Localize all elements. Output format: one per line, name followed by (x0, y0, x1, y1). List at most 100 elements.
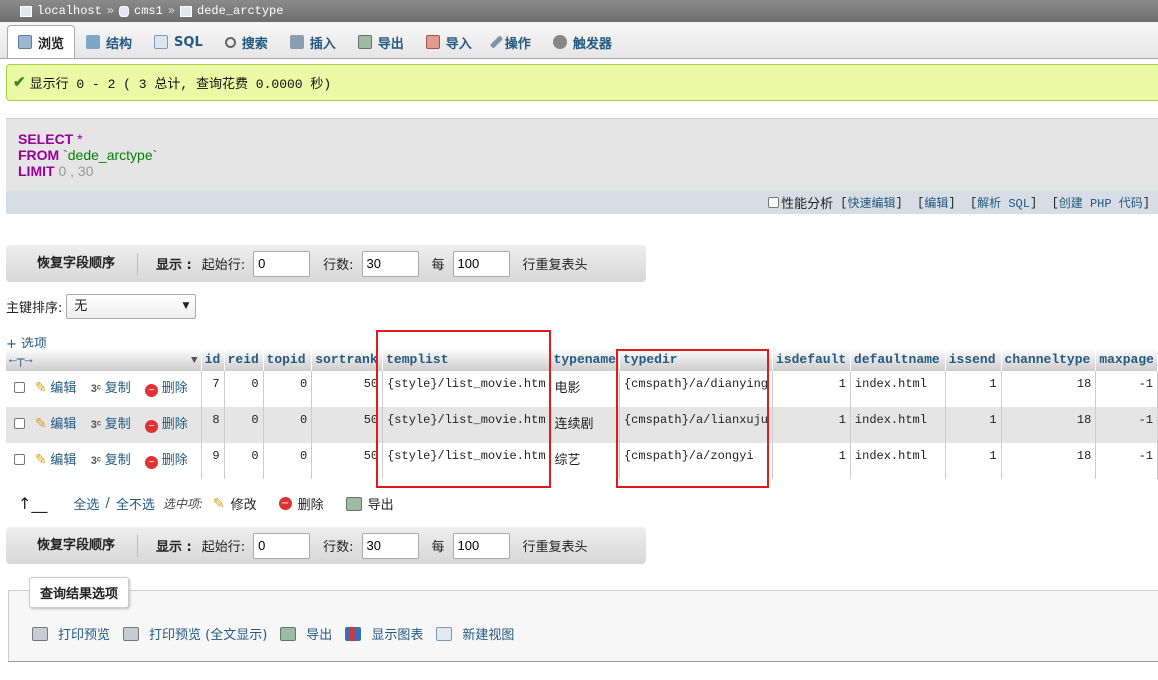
cell-isdefault[interactable]: 1 (772, 443, 851, 479)
cell-templist[interactable]: {style}/list_movie.htm (382, 407, 551, 443)
row-checkbox[interactable] (14, 382, 25, 393)
profiling-checkbox[interactable] (768, 197, 780, 208)
bulk-edit-button[interactable]: ✎ 修改 (213, 494, 257, 514)
column-header-templist[interactable]: templist (382, 348, 551, 371)
row-delete-button[interactable]: − 删除 (145, 452, 188, 469)
repeat-header-input[interactable] (452, 532, 510, 559)
start-row-input[interactable] (253, 532, 311, 559)
column-header-typedir[interactable]: typedir (619, 348, 774, 371)
explain-sql-link[interactable]: 解析 SQL (977, 194, 1030, 211)
cell-sortrank[interactable]: 50 (311, 443, 384, 479)
cell-topid[interactable]: 0 (263, 443, 313, 479)
display-chart-button[interactable]: 显示图表 (345, 624, 423, 643)
sql-code[interactable]: SELECT * FROM `dede_arctype` LIMIT 0 , 3… (18, 131, 157, 179)
sort-select[interactable]: 无 ▼ (66, 294, 197, 319)
print-preview-button[interactable]: 打印预览 (32, 624, 110, 643)
column-header-isdefault[interactable]: isdefault (772, 348, 851, 371)
cell-topid[interactable]: 0 (263, 371, 313, 407)
column-header-typename[interactable]: typename (550, 348, 620, 371)
breadcrumb-server[interactable]: localhost (37, 4, 102, 18)
column-header-channeltype[interactable]: channeltype (1001, 348, 1097, 371)
cell-reid[interactable]: 0 (224, 443, 264, 479)
bulk-delete-button[interactable]: − 删除 (278, 494, 324, 513)
table-row[interactable]: ✎ 编辑 3ᶜ 复制 − 删除 9 0 0 50 {style}/list_movie.h… (6, 443, 1158, 479)
row-edit-button[interactable]: ✎ 编辑 (35, 451, 76, 467)
breadcrumb-database[interactable]: cms1 (134, 4, 163, 18)
cell-typedir[interactable]: {cmspath}/a/lianxuju (619, 407, 774, 443)
row-edit-button[interactable]: ✎ 编辑 (35, 415, 76, 431)
create-php-link[interactable]: 创建 PHP 代码 (1059, 194, 1143, 211)
tab-triggers[interactable]: 触发器 (542, 25, 623, 58)
column-menu-icon[interactable]: ▼ (191, 355, 198, 367)
uncheck-all-link[interactable]: 全不选 (116, 494, 155, 513)
cell-id[interactable]: 7 (201, 371, 225, 407)
cell-channeltype[interactable]: 18 (1001, 443, 1097, 479)
cell-topid[interactable]: 0 (263, 407, 313, 443)
cell-templist[interactable]: {style}/list_movie.htm (382, 443, 551, 479)
rows-input[interactable] (361, 250, 419, 277)
table-row[interactable]: ✎ 编辑 3ᶜ 复制 − 删除 7 0 0 50 {style}/list_movie.h… (6, 371, 1158, 407)
row-delete-button[interactable]: − 删除 (145, 380, 188, 397)
column-header-reid[interactable]: reid (224, 348, 264, 371)
create-view-button[interactable]: 新建视图 (436, 624, 514, 643)
cell-reid[interactable]: 0 (224, 407, 264, 443)
cell-channeltype[interactable]: 18 (1001, 407, 1097, 443)
cell-isdefault[interactable]: 1 (772, 407, 851, 443)
row-copy-button[interactable]: 3ᶜ 复制 (91, 416, 131, 431)
cell-isdefault[interactable]: 1 (772, 371, 851, 407)
cell-typename[interactable]: 连续剧 (550, 407, 620, 443)
row-copy-button[interactable]: 3ᶜ 复制 (91, 452, 131, 467)
restore-column-order-button[interactable]: 恢复字段顺序 (6, 534, 139, 557)
cell-typename[interactable]: 综艺 (550, 443, 620, 479)
column-arrows-icon[interactable]: ←┬→ (9, 352, 32, 367)
column-header-defaultname[interactable]: defaultname (850, 348, 946, 371)
tab-import[interactable]: 导入 (415, 25, 483, 58)
table-row[interactable]: ✎ 编辑 3ᶜ 复制 − 删除 8 0 0 50 {style}/list_movie.h… (6, 407, 1158, 443)
row-copy-button[interactable]: 3ᶜ 复制 (91, 380, 131, 395)
row-delete-button[interactable]: − 删除 (145, 416, 188, 433)
check-all-link[interactable]: 全选 (73, 494, 99, 513)
tab-insert[interactable]: 插入 (279, 25, 347, 58)
tab-browse[interactable]: 浏览 (7, 25, 76, 58)
column-header-sortrank[interactable]: sortrank (311, 348, 384, 371)
cell-typedir[interactable]: {cmspath}/a/dianying (619, 371, 774, 407)
cell-typedir[interactable]: {cmspath}/a/zongyi (619, 443, 774, 479)
inline-edit-link[interactable]: 快速编辑 (848, 194, 896, 211)
cell-typename[interactable]: 电影 (550, 371, 620, 407)
column-header-maxpage[interactable]: maxpage (1095, 348, 1158, 371)
tab-export[interactable]: 导出 (347, 25, 415, 58)
rows-input[interactable] (361, 532, 419, 559)
cell-maxpage[interactable]: -1 (1095, 371, 1158, 407)
cell-id[interactable]: 8 (201, 407, 225, 443)
column-header-id[interactable]: id (201, 348, 225, 371)
cell-id[interactable]: 9 (201, 443, 225, 479)
cell-sortrank[interactable]: 50 (311, 371, 384, 407)
breadcrumb-table[interactable]: dede_arctype (197, 4, 283, 18)
start-row-input[interactable] (253, 250, 311, 277)
tab-operations[interactable]: 操作 (483, 25, 542, 58)
cell-issend[interactable]: 1 (945, 407, 1002, 443)
column-header-issend[interactable]: issend (945, 348, 1002, 371)
row-checkbox[interactable] (14, 418, 25, 429)
row-checkbox[interactable] (14, 454, 25, 465)
cell-issend[interactable]: 1 (945, 371, 1002, 407)
print-preview-full-button[interactable]: 打印预览 (全文显示) (123, 624, 267, 643)
cell-maxpage[interactable]: -1 (1095, 407, 1158, 443)
restore-column-order-button[interactable]: 恢复字段顺序 (6, 252, 139, 275)
cell-issend[interactable]: 1 (945, 443, 1002, 479)
cell-reid[interactable]: 0 (224, 371, 264, 407)
edit-query-link[interactable]: 编辑 (924, 194, 948, 211)
row-edit-button[interactable]: ✎ 编辑 (35, 379, 76, 395)
tab-structure[interactable]: 结构 (75, 25, 143, 58)
column-header-topid[interactable]: topid (263, 348, 313, 371)
cell-maxpage[interactable]: -1 (1095, 443, 1158, 479)
tab-search[interactable]: 搜索 (214, 25, 279, 58)
cell-defaultname[interactable]: index.html (850, 371, 946, 407)
cell-templist[interactable]: {style}/list_movie.htm (382, 371, 551, 407)
cell-defaultname[interactable]: index.html (850, 443, 946, 479)
cell-defaultname[interactable]: index.html (850, 407, 946, 443)
tab-sql[interactable]: SQL (143, 25, 214, 58)
export-results-button[interactable]: 导出 (280, 624, 332, 643)
cell-sortrank[interactable]: 50 (311, 407, 384, 443)
repeat-header-input[interactable] (452, 250, 510, 277)
